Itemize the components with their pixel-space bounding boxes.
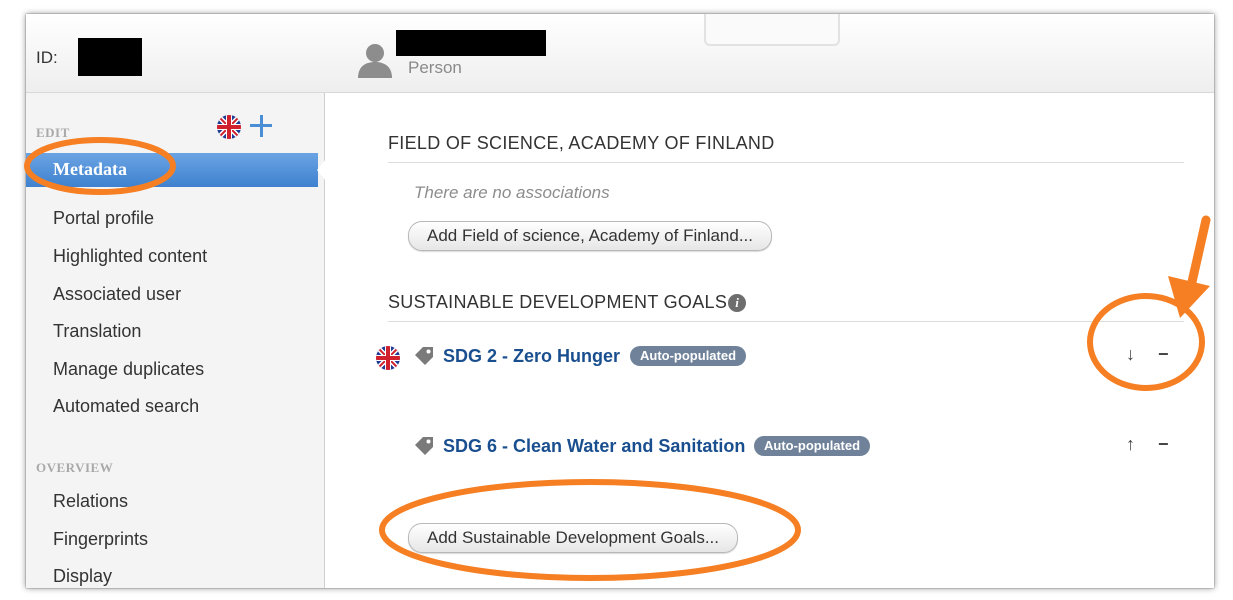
sidebar-item-automated-search[interactable]: Automated search (53, 396, 199, 417)
add-field-of-science-button[interactable]: Add Field of science, Academy of Finland… (408, 221, 773, 251)
section-divider (388, 162, 1184, 163)
app-window: ID: Person EDIT Metadata Portal profile … (26, 14, 1214, 588)
add-sdg-button[interactable]: Add Sustainable Development Goals... (408, 523, 739, 553)
redacted-id (78, 38, 142, 76)
remove-button[interactable]: − (1158, 344, 1169, 365)
record-header: ID: Person (26, 14, 1214, 93)
sdg-link[interactable]: SDG 6 - Clean Water and Sanitation (443, 436, 745, 457)
sidebar-item-relations[interactable]: Relations (53, 491, 128, 512)
tag-icon (415, 437, 433, 455)
info-icon[interactable]: i (728, 294, 746, 312)
sidebar-item-manage-duplicates[interactable]: Manage duplicates (53, 359, 204, 380)
uk-flag-icon (376, 346, 400, 370)
auto-populated-badge: Auto-populated (754, 436, 871, 456)
sidebar-item-display[interactable]: Display (53, 566, 112, 587)
id-label: ID: (36, 48, 58, 67)
overview-heading: OVERVIEW (36, 460, 114, 475)
redacted-name (396, 30, 546, 56)
sidebar-item-translation[interactable]: Translation (53, 321, 141, 342)
sidebar-item-metadata-label: Metadata (53, 159, 127, 179)
tag-icon (415, 347, 433, 365)
sidebar-item-fingerprints[interactable]: Fingerprints (53, 529, 148, 550)
sidebar-item-highlighted-content[interactable]: Highlighted content (53, 246, 207, 267)
move-up-button[interactable]: ↑ (1126, 434, 1135, 455)
person-icon (358, 44, 392, 78)
edit-heading: EDIT (36, 125, 70, 140)
auto-populated-badge: Auto-populated (630, 346, 747, 366)
header-tab[interactable] (704, 14, 840, 46)
sidebar-item-associated-user[interactable]: Associated user (53, 284, 181, 305)
uk-flag-icon[interactable] (216, 114, 242, 140)
entity-type-label: Person (408, 58, 462, 77)
sdg-title: SUSTAINABLE DEVELOPMENT GOALS (388, 292, 728, 312)
sidebar-item-portal-profile[interactable]: Portal profile (53, 208, 154, 229)
no-associations-text: There are no associations (414, 183, 610, 202)
remove-button[interactable]: − (1158, 434, 1169, 455)
section-divider (388, 321, 1184, 322)
sdg-link[interactable]: SDG 2 - Zero Hunger (443, 346, 620, 367)
add-translation-icon[interactable] (248, 113, 274, 139)
sidebar: EDIT Metadata Portal profile Highlighted… (26, 93, 326, 588)
move-down-button[interactable]: ↓ (1126, 344, 1135, 365)
field-of-science-title: FIELD OF SCIENCE, ACADEMY OF FINLAND (388, 133, 775, 153)
main-content: FIELD OF SCIENCE, ACADEMY OF FINLAND The… (325, 93, 1214, 588)
